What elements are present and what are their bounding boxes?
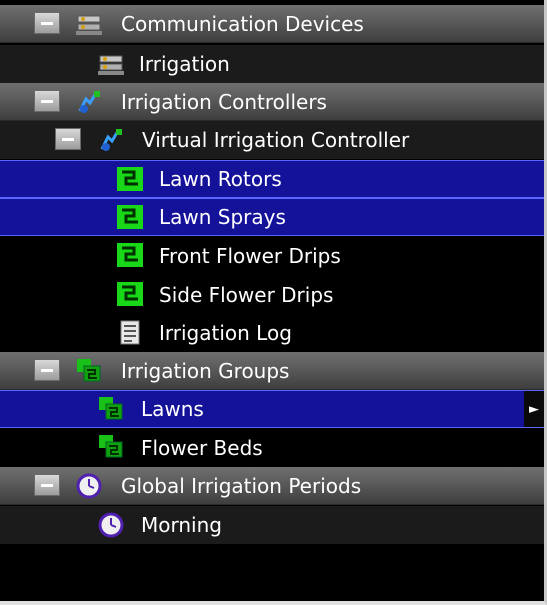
- tree-header-label: Global Irrigation Periods: [121, 473, 362, 498]
- collapse-button[interactable]: [55, 128, 81, 150]
- tree-item-label: Front Flower Drips: [159, 244, 341, 268]
- tree-header-communication-devices[interactable]: Communication Devices: [0, 5, 544, 43]
- empty-area: [0, 544, 544, 601]
- tree-header-irrigation-controllers[interactable]: Irrigation Controllers: [0, 83, 544, 121]
- tree-item-label: Lawn Rotors: [159, 167, 282, 191]
- tree-item-lawn-sprays[interactable]: Lawn Sprays: [0, 198, 544, 236]
- group-icon: [76, 358, 104, 384]
- tree-header-global-irrigation-periods[interactable]: Global Irrigation Periods: [0, 467, 544, 505]
- tree-item-label: Virtual Irrigation Controller: [142, 128, 410, 152]
- group-icon: [98, 434, 126, 460]
- clock-icon: [76, 473, 104, 499]
- device-icon: [76, 11, 104, 37]
- tree-item-label: Irrigation Log: [159, 321, 292, 345]
- tree-header-label: Irrigation Groups: [121, 358, 290, 383]
- device-icon: [98, 51, 126, 77]
- tree-header-label: Irrigation Controllers: [121, 89, 327, 114]
- tree-item-side-flower-drips[interactable]: Side Flower Drips: [0, 276, 544, 314]
- tree-item-label: Lawn Sprays: [159, 205, 286, 229]
- tree-header-irrigation-groups[interactable]: Irrigation Groups: [0, 352, 544, 390]
- tree-item-label: Side Flower Drips: [159, 283, 334, 307]
- zone-icon: [116, 242, 144, 268]
- collapse-button[interactable]: [34, 359, 60, 381]
- zone-icon: [116, 166, 144, 192]
- tree-item-label: Irrigation: [139, 52, 230, 76]
- collapse-button[interactable]: [34, 90, 60, 112]
- irrigation-tree: Communication Devices Irrigation Irrigat…: [0, 0, 547, 605]
- submenu-arrow-icon[interactable]: ►: [524, 391, 544, 427]
- zone-icon: [116, 204, 144, 230]
- tree-item-label: Lawns: [141, 397, 204, 421]
- clock-icon: [98, 512, 126, 538]
- tree-item-label: Flower Beds: [141, 436, 263, 460]
- zone-icon: [116, 281, 144, 307]
- controller-icon: [76, 89, 104, 115]
- tree-item-flower-beds[interactable]: Flower Beds: [0, 429, 544, 467]
- tree-item-lawn-rotors[interactable]: Lawn Rotors: [0, 160, 544, 198]
- collapse-button[interactable]: [34, 12, 60, 34]
- tree-item-lawns[interactable]: Lawns ►: [0, 390, 544, 428]
- controller-icon: [98, 127, 126, 153]
- collapse-button[interactable]: [34, 474, 60, 496]
- log-icon: [118, 320, 146, 346]
- tree-item-irrigation-device[interactable]: Irrigation: [0, 45, 544, 83]
- tree-item-morning[interactable]: Morning: [0, 506, 544, 544]
- tree-item-virtual-irrigation-controller[interactable]: Virtual Irrigation Controller: [0, 121, 544, 159]
- tree-item-front-flower-drips[interactable]: Front Flower Drips: [0, 237, 544, 275]
- tree-header-label: Communication Devices: [121, 11, 364, 36]
- tree-item-irrigation-log[interactable]: Irrigation Log: [0, 314, 544, 352]
- tree-item-label: Morning: [141, 513, 222, 537]
- group-icon: [98, 396, 126, 422]
